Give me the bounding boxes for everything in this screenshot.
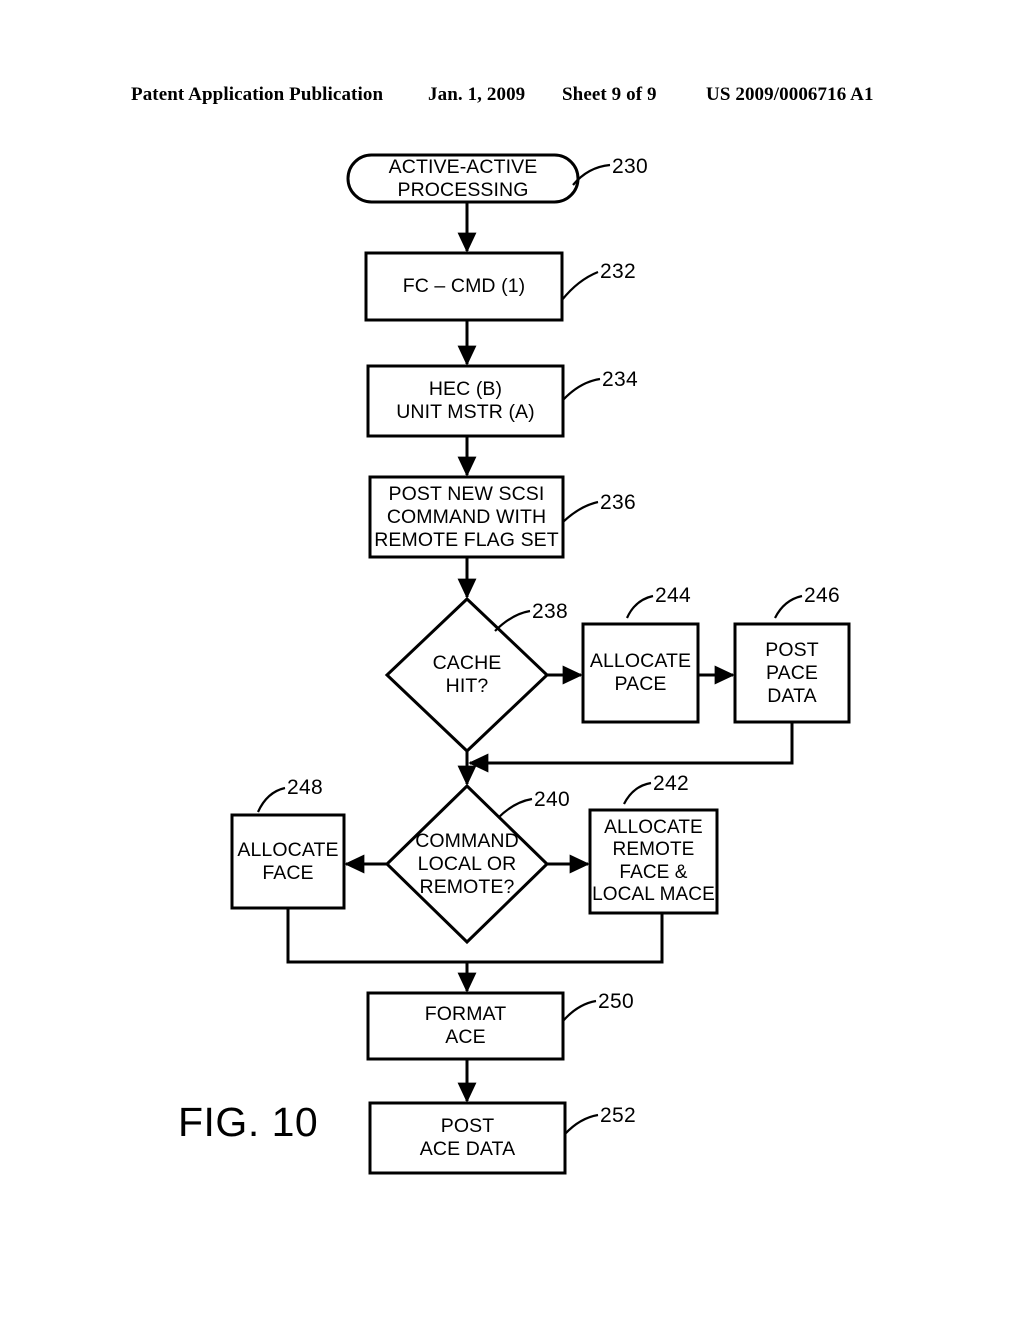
- leader-236: [562, 500, 599, 523]
- leader-246: [774, 594, 803, 619]
- reference-numeral-242: 242: [653, 772, 689, 795]
- node-shape-232: [364, 251, 564, 322]
- node-shape-252: [368, 1101, 567, 1175]
- flowchart-diagram: [230, 153, 851, 1175]
- connector-246-to-trunk: [468, 722, 794, 773]
- reference-numeral-232: 232: [600, 260, 636, 283]
- leader-252: [564, 1113, 599, 1135]
- reference-numeral-230: 230: [612, 155, 648, 178]
- reference-numeral-240: 240: [534, 788, 570, 811]
- node-shape-250: [366, 991, 565, 1061]
- leader-232: [561, 270, 599, 301]
- leader-244: [625, 594, 654, 619]
- leader-240: [497, 797, 533, 819]
- connector-242-to-merge: [467, 913, 664, 964]
- node-shape-248: [230, 813, 346, 910]
- node-shape-242: [588, 808, 719, 915]
- node-shape-244: [581, 622, 700, 724]
- reference-numeral-246: 246: [804, 584, 840, 607]
- reference-numeral-252: 252: [600, 1104, 636, 1127]
- leader-248: [256, 786, 286, 813]
- reference-numeral-248: 248: [287, 776, 323, 799]
- leader-250: [562, 999, 597, 1022]
- node-shape-238: [384, 596, 550, 754]
- reference-numeral-236: 236: [600, 491, 636, 514]
- node-shape-246: [733, 622, 851, 724]
- reference-numeral-250: 250: [598, 990, 634, 1013]
- node-shape-236: [368, 475, 565, 559]
- reference-numeral-244: 244: [655, 584, 691, 607]
- leader-238: [494, 609, 531, 632]
- node-shape-240: [384, 783, 550, 945]
- reference-numeral-234: 234: [602, 368, 638, 391]
- figure-label: FIG. 10: [178, 1099, 319, 1145]
- node-shape-234: [366, 364, 565, 438]
- leader-242: [623, 781, 652, 805]
- reference-numeral-238: 238: [532, 600, 568, 623]
- node-shape-230: [346, 153, 580, 204]
- leader-234: [562, 377, 601, 401]
